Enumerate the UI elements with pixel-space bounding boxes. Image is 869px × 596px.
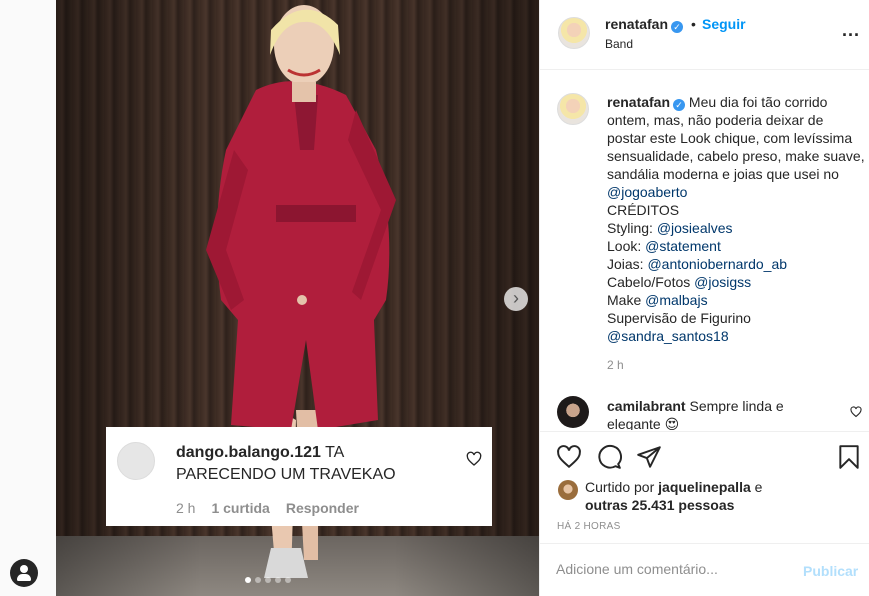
heart-icon[interactable] xyxy=(466,451,482,467)
credit-label: Cabelo/Fotos xyxy=(607,274,691,290)
next-photo-button[interactable]: › xyxy=(504,287,528,311)
verified-badge-icon: ✓ xyxy=(671,21,684,33)
separator-bullet: • xyxy=(691,16,696,32)
likes-summary: Curtido por jaquelinepalla e outras 25.4… xyxy=(585,478,762,514)
carousel-dot xyxy=(275,577,281,583)
heart-icon[interactable] xyxy=(850,406,862,418)
comment-icon[interactable] xyxy=(596,444,622,470)
comment-username[interactable]: camilabrant xyxy=(607,398,686,414)
comment-meta: 2 h 1 curtida Responder xyxy=(176,500,359,516)
publish-button[interactable]: Publicar xyxy=(803,563,858,579)
post-header: renatafan ✓ • Seguir Band ... xyxy=(540,0,869,70)
avatar[interactable] xyxy=(117,442,155,480)
bookmark-icon[interactable] xyxy=(836,444,862,470)
mention-link[interactable]: @sandra_santos18 xyxy=(607,327,865,345)
carousel-dots xyxy=(245,577,291,583)
liker-username[interactable]: jaquelinepalla xyxy=(658,479,751,495)
caption-line: Joias: @antoniobernardo_ab xyxy=(607,255,865,273)
caption-line: Supervisão de Figurino xyxy=(607,310,751,326)
post-timestamp[interactable]: HÁ 2 HORAS xyxy=(557,521,621,532)
comment-item: camilabrant Sempre linda e elegante 😍 xyxy=(607,397,837,430)
profile-icon-shoulders xyxy=(17,574,31,581)
likes-conjunction: e xyxy=(754,479,763,495)
likes-prefix: Curtido por xyxy=(585,479,655,495)
post-author[interactable]: renatafan ✓ xyxy=(605,16,684,33)
comments-section[interactable]: renatafan ✓ Meu dia foi tão corrido ontem… xyxy=(540,71,869,430)
add-comment-bar: Publicar xyxy=(540,543,869,596)
share-icon[interactable] xyxy=(636,444,662,470)
comment-username[interactable]: dango.balango.121 xyxy=(176,444,321,461)
likes-others[interactable]: outras 25.431 pessoas xyxy=(585,497,734,513)
overlay-comment-text: dango.balango.121 TA PARECENDO UM TRAVEK… xyxy=(176,442,446,486)
caption-line: Cabelo/Fotos @josigss xyxy=(607,273,865,291)
comment-input[interactable] xyxy=(556,561,796,577)
follow-button[interactable]: Seguir xyxy=(702,16,746,32)
like-heart-icon[interactable] xyxy=(556,444,582,470)
heart-eyes-emoji: 😍 xyxy=(664,416,680,430)
credit-label: Joias: xyxy=(607,256,644,272)
carousel-dot xyxy=(255,577,261,583)
carousel-dot xyxy=(245,577,251,583)
mention-link[interactable]: @malbajs xyxy=(645,292,707,308)
post-caption: renatafan ✓ Meu dia foi tão corrido ontem… xyxy=(607,93,865,345)
more-options-icon[interactable]: ... xyxy=(842,20,860,41)
left-gutter xyxy=(0,0,56,596)
mention-link[interactable]: @josiealves xyxy=(657,220,733,236)
post-location[interactable]: Band xyxy=(605,37,633,51)
carousel-dot xyxy=(265,577,271,583)
caption-time[interactable]: 2 h xyxy=(607,358,624,372)
carousel-dot xyxy=(285,577,291,583)
avatar[interactable] xyxy=(557,93,589,125)
post-actions: Curtido por jaquelinepalla e outras 25.4… xyxy=(540,431,869,543)
avatar[interactable] xyxy=(558,480,578,500)
caption-line: Styling: @josiealves xyxy=(607,219,865,237)
avatar[interactable] xyxy=(557,396,589,428)
verified-badge-icon: ✓ xyxy=(673,99,686,111)
profile-icon[interactable] xyxy=(10,559,38,587)
overlay-comment-card: dango.balango.121 TA PARECENDO UM TRAVEK… xyxy=(106,427,492,526)
mention-link[interactable]: @statement xyxy=(645,238,721,254)
profile-icon-head xyxy=(20,565,28,573)
post-side-panel: renatafan ✓ • Seguir Band ... renatafan ✓ … xyxy=(539,0,869,596)
caption-line: Make @malbajs xyxy=(607,291,865,309)
comment-likes[interactable]: 1 curtida xyxy=(211,500,269,516)
credit-label: Look: xyxy=(607,238,642,254)
mention-link[interactable]: @antoniobernardo_ab xyxy=(647,256,787,272)
avatar[interactable] xyxy=(558,17,590,49)
author-username[interactable]: renatafan xyxy=(605,16,668,32)
credit-label: Make xyxy=(607,292,642,308)
mention-link[interactable]: @josigss xyxy=(694,274,751,290)
comment-time[interactable]: 2 h xyxy=(176,500,195,516)
mention-link[interactable]: @jogoaberto xyxy=(607,184,687,200)
caption-line: Look: @statement xyxy=(607,237,865,255)
caption-username[interactable]: renatafan xyxy=(607,94,670,110)
reply-button[interactable]: Responder xyxy=(286,500,359,516)
caption-credits: CRÉDITOS xyxy=(607,202,680,218)
credit-label: Styling: xyxy=(607,220,653,236)
